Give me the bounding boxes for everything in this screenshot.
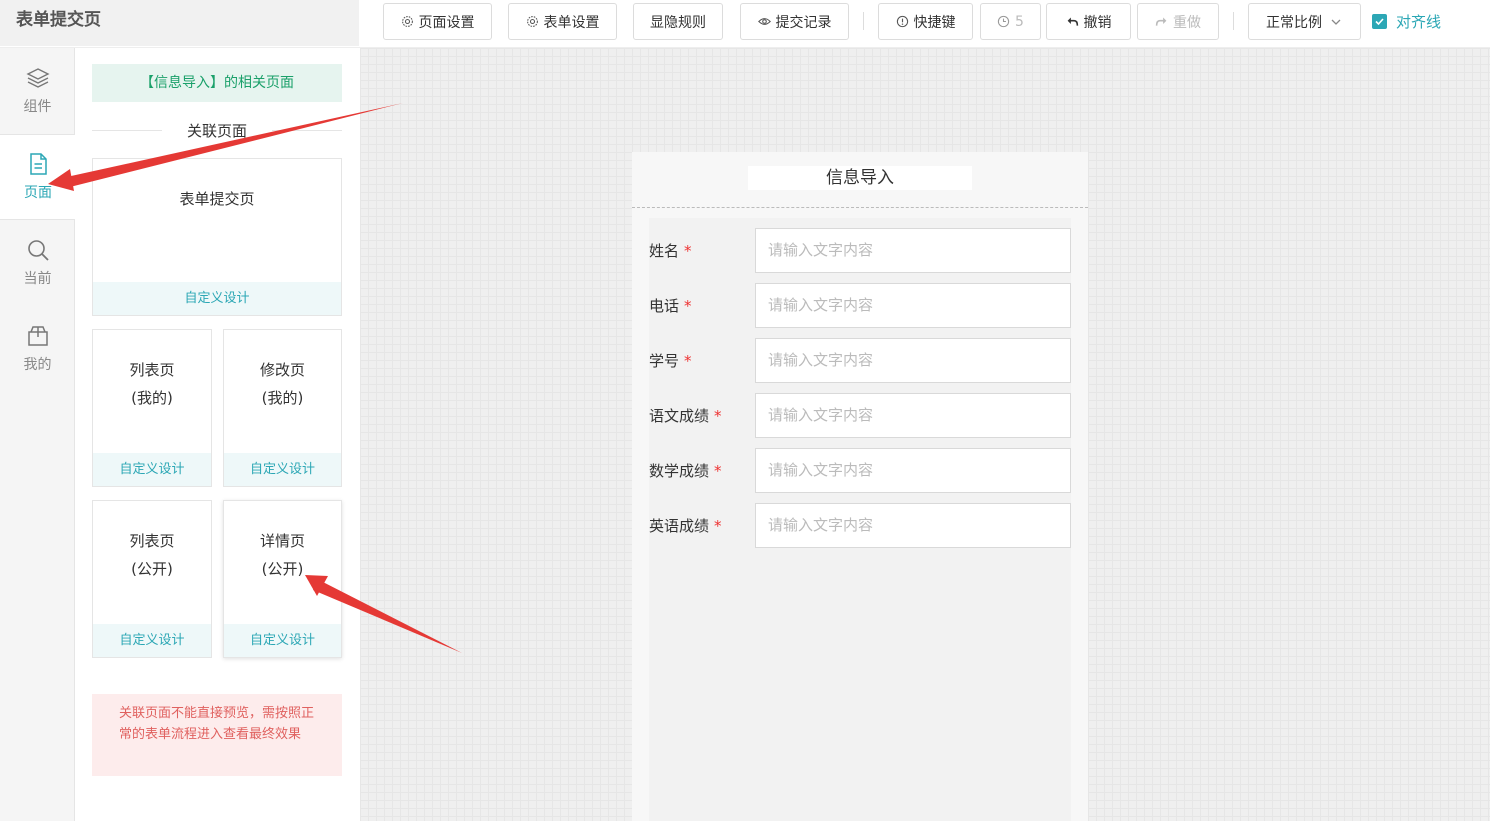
form-field-english-score[interactable]: 英语成绩 * 请输入文字内容: [649, 503, 1071, 549]
form-field-chinese-score[interactable]: 语文成绩 * 请输入文字内容: [649, 393, 1071, 439]
form-field-phone[interactable]: 电话 * 请输入文字内容: [649, 283, 1071, 329]
form-field-name[interactable]: 姓名 * 请输入文字内容: [649, 228, 1071, 274]
rail-item-components[interactable]: 组件: [0, 48, 75, 134]
page-settings-button[interactable]: 页面设置: [383, 3, 492, 40]
submit-records-button[interactable]: 提交记录: [740, 3, 849, 40]
layers-icon: [25, 68, 50, 88]
card-title: 列表页 (我的): [129, 361, 175, 407]
undo-label: 撤销: [1083, 14, 1112, 31]
required-mark: *: [684, 297, 692, 315]
required-mark: *: [684, 242, 692, 260]
form-settings-label: 表单设置: [543, 14, 600, 31]
zoom-value: 正常比例: [1266, 14, 1322, 31]
card-title: 修改页 (我的): [259, 361, 305, 407]
info-icon: [896, 15, 908, 28]
form-body: 姓名 * 请输入文字内容 电话 * 请输入文字内容 学号 * 请输入文字内容 语文成绩…: [649, 218, 1071, 821]
custom-design-link[interactable]: 自定义设计: [93, 282, 341, 315]
page-card-detail-public[interactable]: 详情页 (公开) 自定义设计: [223, 500, 342, 658]
visibility-rules-label: 显隐规则: [650, 14, 706, 31]
gear-icon: [401, 16, 413, 27]
document-icon: [30, 153, 47, 175]
visibility-rules-button[interactable]: 显隐规则: [633, 3, 723, 40]
english-score-input[interactable]: 请输入文字内容: [755, 503, 1071, 548]
form-settings-button[interactable]: 表单设置: [508, 3, 617, 40]
app-title: 表单提交页: [0, 0, 359, 46]
phone-input[interactable]: 请输入文字内容: [755, 283, 1071, 328]
rail-item-current[interactable]: 当前: [0, 220, 75, 306]
page-card-edit-mine[interactable]: 修改页 (我的) 自定义设计: [223, 329, 342, 487]
page-title[interactable]: 信息导入: [748, 166, 972, 190]
history-button[interactable]: 5: [980, 3, 1041, 40]
section-title: 关联页面: [162, 120, 272, 140]
card-title: 详情页 (公开): [259, 532, 305, 578]
page-header: 信息导入: [632, 152, 1088, 208]
custom-design-link[interactable]: 自定义设计: [93, 453, 211, 486]
design-canvas[interactable]: 信息导入 姓名 * 请输入文字内容 电话 * 请输入文字内容 学号 * 请输入文字内容…: [360, 48, 1490, 821]
related-pages-banner: 【信息导入】的相关页面: [92, 64, 342, 102]
shortcuts-button[interactable]: 快捷键: [878, 3, 973, 40]
custom-design-link[interactable]: 自定义设计: [93, 624, 211, 657]
page-settings-label: 页面设置: [418, 14, 475, 31]
field-label: 数学成绩 *: [649, 462, 722, 480]
card-title: 表单提交页: [179, 190, 255, 208]
rail-item-mine[interactable]: 我的: [0, 306, 75, 392]
top-toolbar: 表单提交页 页面设置 表单设置 显隐规则 提交记录 快捷键 5 撤销 重做 正常…: [0, 0, 1490, 48]
page-card-list-mine[interactable]: 列表页 (我的) 自定义设计: [92, 329, 212, 487]
redo-icon: [1155, 17, 1167, 26]
card-title: 列表页 (公开): [129, 532, 175, 578]
rail-item-label: 组件: [23, 99, 52, 115]
chevron-down-icon: [1331, 19, 1341, 25]
required-mark: *: [714, 517, 722, 535]
field-label: 学号 *: [649, 352, 692, 370]
undo-button[interactable]: 撤销: [1046, 3, 1131, 40]
align-lines-label: 对齐线: [1396, 13, 1442, 31]
field-label: 电话 *: [649, 297, 692, 315]
submit-records-label: 提交记录: [775, 14, 832, 31]
page-card-list-public[interactable]: 列表页 (公开) 自定义设计: [92, 500, 212, 658]
zoom-select[interactable]: 正常比例: [1248, 3, 1361, 40]
page-preview[interactable]: 信息导入 姓名 * 请输入文字内容 电话 * 请输入文字内容 学号 * 请输入文字内容…: [632, 152, 1088, 821]
custom-design-link[interactable]: 自定义设计: [224, 624, 341, 657]
field-label: 英语成绩 *: [649, 517, 722, 535]
toolbar-divider: [863, 12, 864, 30]
preview-notice: 关联页面不能直接预览，需按照正常的表单流程进入查看最终效果: [92, 694, 342, 776]
undo-icon: [1067, 17, 1078, 26]
chinese-score-input[interactable]: 请输入文字内容: [755, 393, 1071, 438]
page-card-form-submit[interactable]: 表单提交页 自定义设计: [92, 158, 342, 316]
history-count: 5: [1015, 13, 1024, 30]
student-id-input[interactable]: 请输入文字内容: [755, 338, 1071, 383]
math-score-input[interactable]: 请输入文字内容: [755, 448, 1071, 493]
required-mark: *: [714, 462, 722, 480]
toolbar-divider: [1233, 12, 1234, 30]
box-icon: [27, 326, 48, 346]
pages-panel: 【信息导入】的相关页面 关联页面 表单提交页 自定义设计 列表页 (我的) 自定…: [75, 48, 360, 821]
form-field-math-score[interactable]: 数学成绩 * 请输入文字内容: [649, 448, 1071, 494]
shortcuts-label: 快捷键: [913, 14, 956, 31]
required-mark: *: [684, 352, 692, 370]
rail-item-label: 页面: [24, 185, 52, 201]
clock-icon: [997, 15, 1010, 28]
eye-icon: [757, 18, 771, 25]
form-field-student-id[interactable]: 学号 * 请输入文字内容: [649, 338, 1071, 384]
left-rail: 组件 页面 当前 我的: [0, 48, 76, 821]
search-icon: [27, 240, 49, 261]
checkbox-checked-icon[interactable]: [1372, 14, 1387, 29]
rail-item-label: 当前: [23, 271, 52, 287]
field-label: 姓名 *: [649, 242, 692, 260]
rail-item-label: 我的: [23, 357, 52, 373]
align-lines-toggle[interactable]: 对齐线: [1372, 3, 1441, 40]
rail-item-pages[interactable]: 页面: [0, 134, 76, 220]
required-mark: *: [714, 407, 722, 425]
name-input[interactable]: 请输入文字内容: [755, 228, 1071, 273]
redo-button[interactable]: 重做: [1137, 3, 1219, 40]
gear-icon: [526, 16, 538, 27]
custom-design-link[interactable]: 自定义设计: [224, 453, 341, 486]
field-label: 语文成绩 *: [649, 407, 722, 425]
redo-label: 重做: [1173, 14, 1201, 31]
